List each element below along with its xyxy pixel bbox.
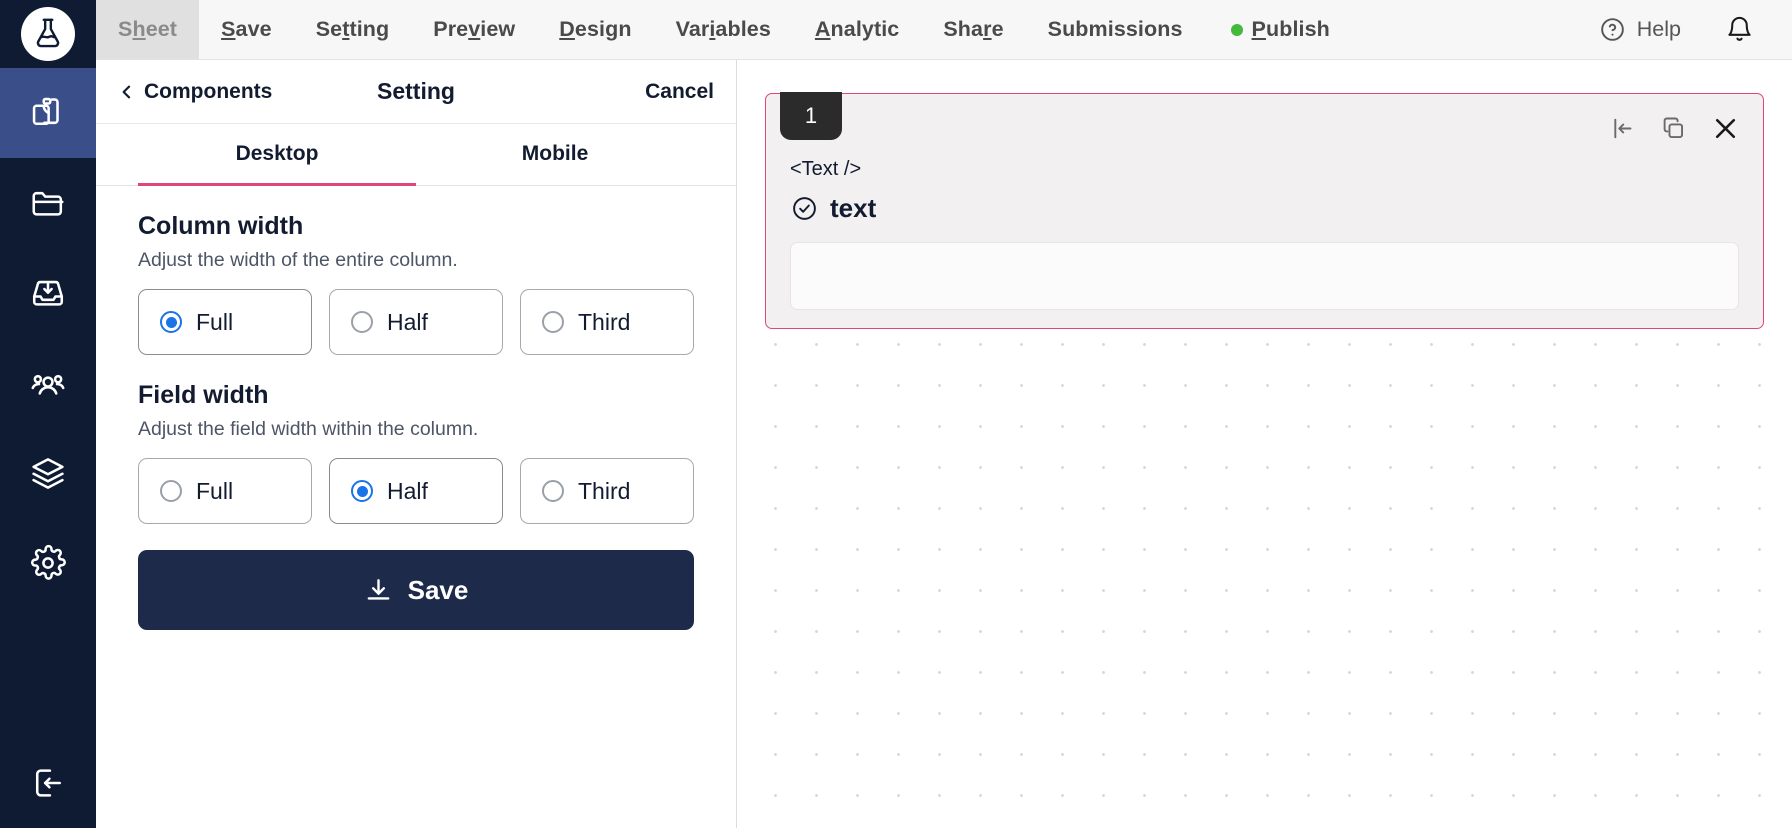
sidebar-item-clipboard[interactable] <box>0 68 96 158</box>
sidebar-item-inbox[interactable] <box>0 248 96 338</box>
menu-item-submissions[interactable]: Submissions <box>1026 0 1205 59</box>
save-button[interactable]: Save <box>138 550 694 630</box>
layers-icon <box>29 454 67 492</box>
app-root: Sheet Save Setting Preview Design Variab… <box>0 0 1792 828</box>
back-link-label: Components <box>144 79 273 103</box>
card-index-badge: 1 <box>780 92 842 140</box>
panel-footer: Save <box>138 524 694 630</box>
radio-icon <box>160 311 182 333</box>
settings-panel: Components Setting Cancel Desktop Mobile <box>96 60 737 828</box>
section-description: Adjust the width of the entire column. <box>138 249 458 271</box>
field-width-option-third[interactable]: Third <box>520 458 694 524</box>
sidebar-bottom <box>0 738 96 828</box>
field-label-text: text <box>830 193 877 223</box>
cancel-button[interactable]: Cancel <box>645 80 714 104</box>
left-sidebar <box>0 0 96 828</box>
save-button-label: Save <box>407 574 469 605</box>
chevron-left-icon <box>118 82 135 102</box>
notifications-button[interactable] <box>1707 15 1772 44</box>
menu-item-share[interactable]: Share <box>921 0 1025 59</box>
topbar-right-actions: Help <box>1573 0 1792 59</box>
panel-header: Components Setting Cancel <box>96 60 736 124</box>
text-input-field[interactable] <box>790 242 1739 310</box>
form-canvas[interactable]: 1 <Text /> text <box>737 60 1792 828</box>
radio-label: Half <box>387 308 428 335</box>
field-width-option-half[interactable]: Half <box>329 458 503 524</box>
tab-mobile[interactable]: Mobile <box>416 124 694 186</box>
menu-item-preview[interactable]: Preview <box>411 0 537 59</box>
sidebar-item-logout[interactable] <box>0 738 96 828</box>
menu-item-publish[interactable]: Publish <box>1205 0 1352 59</box>
section-description: Adjust the field width within the column… <box>138 418 479 440</box>
card-action-group <box>1597 106 1749 150</box>
radio-label: Third <box>578 308 631 335</box>
radio-icon <box>351 480 373 502</box>
sidebar-item-folder[interactable] <box>0 158 96 248</box>
field-label-row: text <box>790 193 1739 224</box>
check-circle-icon <box>790 194 819 223</box>
radio-icon <box>542 311 564 333</box>
sidebar-item-layers[interactable] <box>0 428 96 518</box>
inbox-download-icon <box>29 274 67 312</box>
folder-icon <box>29 184 67 222</box>
menu-list: Sheet Save Setting Preview Design Variab… <box>96 0 1352 59</box>
gear-icon <box>29 544 67 582</box>
column-width-options: Full Half Third <box>138 289 694 355</box>
flask-logo-icon <box>21 7 75 61</box>
app-logo[interactable] <box>0 0 96 68</box>
menu-item-save[interactable]: Save <box>199 0 294 59</box>
bell-icon <box>1725 15 1754 44</box>
sidebar-nav <box>0 68 96 608</box>
field-width-option-full[interactable]: Full <box>138 458 312 524</box>
publish-status-dot <box>1230 23 1243 36</box>
help-button[interactable]: Help <box>1573 16 1707 43</box>
duplicate-icon[interactable] <box>1649 106 1697 150</box>
close-icon[interactable] <box>1701 106 1749 150</box>
column-width-option-half[interactable]: Half <box>329 289 503 355</box>
body-row: Components Setting Cancel Desktop Mobile <box>96 60 1792 828</box>
section-field-width: Field width Adjust the field width withi… <box>138 355 694 524</box>
insert-icon[interactable] <box>1597 106 1645 150</box>
radio-icon <box>160 480 182 502</box>
logout-icon <box>29 764 67 802</box>
menu-item-design[interactable]: Design <box>537 0 653 59</box>
top-menu-bar: Sheet Save Setting Preview Design Variab… <box>96 0 1792 60</box>
section-title: Field width <box>138 381 269 409</box>
component-card-text[interactable]: 1 <Text /> text <box>765 92 1764 329</box>
panel-content: Column width Adjust the width of the ent… <box>96 186 736 828</box>
download-icon <box>364 576 393 605</box>
menu-item-analytic[interactable]: Analytic <box>793 0 921 59</box>
radio-label: Full <box>196 308 234 335</box>
tab-desktop[interactable]: Desktop <box>138 124 416 186</box>
column-width-option-third[interactable]: Third <box>520 289 694 355</box>
radio-label: Full <box>196 477 234 504</box>
radio-label: Third <box>578 477 631 504</box>
device-tabs: Desktop Mobile <box>96 124 736 186</box>
menu-item-sheet[interactable]: Sheet <box>96 0 200 59</box>
menu-item-setting[interactable]: Setting <box>294 0 412 59</box>
help-label: Help <box>1636 17 1681 41</box>
tab-desktop-label: Desktop <box>235 141 319 165</box>
section-column-width: Column width Adjust the width of the ent… <box>138 186 694 355</box>
radio-icon <box>351 311 373 333</box>
radio-icon <box>542 480 564 502</box>
menu-item-variables[interactable]: Variables <box>654 0 793 59</box>
clipboard-icon <box>29 94 67 132</box>
question-circle-icon <box>1599 16 1626 43</box>
component-type-tag: <Text /> <box>790 158 862 180</box>
tab-mobile-label: Mobile <box>521 141 589 165</box>
radio-label: Half <box>387 477 428 504</box>
field-width-options: Full Half Third <box>138 458 694 524</box>
sidebar-item-users[interactable] <box>0 338 96 428</box>
users-icon <box>29 364 67 402</box>
sidebar-item-settings[interactable] <box>0 518 96 608</box>
back-to-components-button[interactable]: Components <box>118 80 272 104</box>
column-width-option-full[interactable]: Full <box>138 289 312 355</box>
section-title: Column width <box>138 212 304 240</box>
main-area: Sheet Save Setting Preview Design Variab… <box>96 0 1792 828</box>
